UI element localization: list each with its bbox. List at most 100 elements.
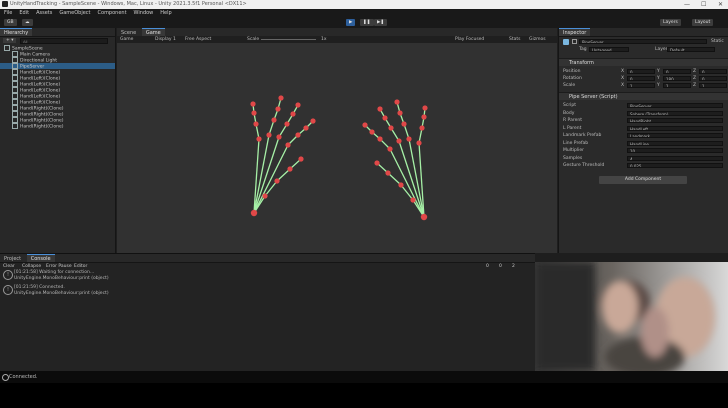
display-mode-dropdown[interactable]: Game [120, 37, 133, 42]
script-field-value[interactable]: 4 [627, 155, 723, 161]
menu-edit[interactable]: Edit [19, 10, 29, 16]
menu-file[interactable]: File [4, 10, 12, 16]
position-x-field[interactable]: 0 [627, 69, 655, 74]
editor-dropdown[interactable]: Editor [74, 264, 87, 269]
right-hand-landmark [382, 115, 388, 121]
script-field-value[interactable]: 10 [627, 148, 723, 153]
play-button[interactable]: ▶ [346, 19, 356, 26]
minimize-button[interactable]: — [684, 1, 690, 8]
maximize-button[interactable]: ☐ [701, 1, 706, 8]
rotation-z-field[interactable]: 0 [699, 76, 727, 81]
tab-game[interactable]: Game [141, 28, 165, 36]
scene-icon [4, 45, 10, 51]
inspector-panel: Inspector PipeServer Static Tag Untagged… [558, 28, 728, 253]
hierarchy-tree: SampleScene Main Camera Directional Light P… [0, 45, 115, 130]
layer-dropdown[interactable]: Default [667, 47, 715, 52]
menu-window[interactable]: Window [134, 10, 154, 16]
menu-gameobject[interactable]: GameObject [59, 10, 90, 16]
scale-slider[interactable] [261, 39, 316, 40]
close-button[interactable]: ✕ [718, 1, 723, 8]
transform-header[interactable]: Transform [559, 58, 728, 66]
error-pause-button[interactable]: Error Pause [46, 264, 72, 269]
aspect-dropdown[interactable]: Free Aspect [185, 37, 211, 42]
display-dropdown[interactable]: Display 1 [155, 37, 176, 42]
scale-y-field[interactable]: 1 [663, 83, 691, 88]
script-field-label: Gesture Threshold [563, 163, 605, 168]
menu-assets[interactable]: Assets [36, 10, 52, 16]
warning-count[interactable]: 0 [499, 264, 502, 269]
scale-x-field[interactable]: 1 [627, 83, 655, 88]
add-component-button[interactable]: Add Component [599, 176, 687, 184]
left-hand-landmark [298, 156, 304, 162]
account-dropdown[interactable]: GB [4, 19, 17, 26]
hierarchy-search-input[interactable] [20, 38, 108, 44]
right-hand-landmark [374, 160, 380, 166]
window-title: UnityHandTracking - SampleScene - Window… [10, 1, 247, 7]
left-hand-landmark [287, 166, 293, 172]
position-y-field[interactable]: 0 [663, 69, 691, 74]
script-field-label: Line Prefab [563, 140, 589, 146]
right-hand-landmark [401, 121, 407, 127]
script-field-value[interactable]: 0.025 [627, 163, 723, 168]
left-hand-landmark [285, 142, 291, 148]
error-count[interactable]: 2 [512, 264, 515, 269]
script-field-label: Samples [563, 155, 583, 161]
collapse-button[interactable]: Collapse [22, 264, 41, 269]
layers-dropdown[interactable]: Layers [660, 19, 681, 26]
script-field-value[interactable]: HandRight [627, 118, 723, 123]
left-hand-landmark [290, 111, 296, 117]
tab-project[interactable]: Project [0, 255, 25, 263]
main-toolbar: GB ☁ ▶ ❚❚ ▶❚ Layers Layout [0, 17, 728, 28]
create-dropdown[interactable]: + ▾ [3, 38, 17, 43]
axis-label-z: Z [693, 76, 697, 81]
position-z-field[interactable]: 0 [699, 69, 727, 74]
position-label: Position [563, 69, 581, 74]
script-field-label: Script [563, 103, 577, 108]
script-field-value[interactable]: HandLine [627, 140, 723, 146]
play-focused-dropdown[interactable]: Play Focused [455, 37, 484, 42]
left-hand-bone [253, 144, 289, 214]
axis-label-x: X [621, 76, 625, 81]
script-field-label: Landmark Prefab [563, 133, 602, 138]
script-field-label: Body [563, 110, 575, 116]
rotation-y-field[interactable]: 180 [663, 76, 691, 81]
right-hand-bone [387, 172, 402, 186]
menu-component[interactable]: Component [98, 10, 127, 16]
right-hand-landmark [422, 105, 428, 111]
clear-button[interactable]: Clear [3, 264, 15, 269]
left-hand-landmark [250, 209, 258, 217]
rotation-x-field[interactable]: 0 [627, 76, 655, 81]
object-name-field[interactable]: PipeServer [579, 39, 707, 44]
script-field-value[interactable]: HandLeft [627, 125, 723, 131]
script-field-label: Multiplier [563, 148, 584, 153]
tab-hierarchy[interactable]: Hierarchy [0, 28, 33, 36]
left-hand-landmark [271, 117, 277, 123]
game-viewport[interactable] [117, 43, 557, 253]
pipe-server-header[interactable]: Pipe Server (Script) [559, 92, 728, 100]
left-hand-landmark [251, 110, 257, 116]
hand-landmarks-render [250, 95, 428, 221]
layout-dropdown[interactable]: Layout [692, 19, 714, 26]
stats-button[interactable]: Stats [509, 37, 521, 42]
step-button[interactable]: ▶❚ [374, 19, 388, 26]
layer-label: Layer [655, 47, 668, 52]
gizmos-button[interactable]: Gizmos [529, 37, 546, 42]
tab-console[interactable]: Console [26, 254, 55, 262]
script-field-value[interactable]: Landmark [627, 133, 723, 138]
scale-label: Scale [247, 37, 260, 42]
script-field-value[interactable]: Sphere (Transform) [627, 110, 723, 116]
axis-label-x: X [621, 83, 625, 88]
script-field-value[interactable]: PipeServer [627, 103, 723, 108]
right-hand-landmark [406, 136, 412, 142]
left-hand-bone [276, 168, 291, 182]
active-checkbox[interactable] [572, 39, 577, 44]
menu-help[interactable]: Help [160, 10, 171, 16]
hierarchy-item[interactable]: Hand(Right)(Clone) [0, 123, 115, 130]
pause-button[interactable]: ❚❚ [360, 19, 374, 26]
tag-dropdown[interactable]: Untagged [589, 47, 629, 52]
tab-inspector[interactable]: Inspector [559, 28, 591, 36]
log-count[interactable]: 0 [486, 264, 489, 269]
cloud-icon[interactable]: ☁ [22, 19, 33, 26]
static-toggle[interactable]: Static [711, 39, 724, 44]
scale-z-field[interactable]: 1 [699, 83, 727, 88]
